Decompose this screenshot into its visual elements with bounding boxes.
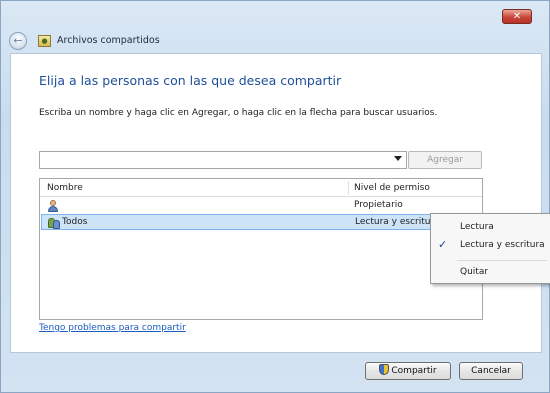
help-link[interactable]: Tengo problemas para compartir <box>39 323 186 333</box>
user-icon <box>47 200 59 212</box>
shared-folder-icon: ● <box>38 35 51 47</box>
menu-item-label: Lectura <box>460 222 494 232</box>
close-button[interactable]: ✕ <box>502 9 532 24</box>
window-title: Archivos compartidos <box>57 35 160 46</box>
add-button[interactable]: Agregar <box>408 151 482 169</box>
menu-item-label: Lectura y escritura <box>460 240 545 250</box>
dropdown-arrow-icon[interactable] <box>394 156 402 161</box>
column-header-permission[interactable]: Nivel de permiso <box>354 183 430 193</box>
row-permission: Propietario <box>354 200 403 210</box>
uac-shield-icon <box>379 364 390 375</box>
permissions-list: Nombre Nivel de permiso Propietario Todo… <box>39 178 483 320</box>
back-button[interactable]: ← <box>9 32 27 50</box>
menu-separator <box>457 260 547 261</box>
user-name-combobox[interactable] <box>39 151 407 169</box>
menu-item-read[interactable]: Lectura <box>431 218 550 236</box>
column-header-name[interactable]: Nombre <box>47 183 83 193</box>
row-permission-dropdown[interactable]: Lectura y escritura <box>355 217 440 227</box>
menu-item-read-write[interactable]: ✓ Lectura y escritura <box>431 236 550 254</box>
cancel-button[interactable]: Cancelar <box>459 362 523 380</box>
group-icon <box>48 217 60 229</box>
content-panel: Elija a las personas con las que desea c… <box>10 53 542 353</box>
list-row-todos[interactable]: Todos Lectura y escritura <box>41 214 481 230</box>
instruction-text: Escriba un nombre y haga clic en Agregar… <box>39 108 438 118</box>
permission-context-menu: Lectura ✓ Lectura y escritura Quitar <box>430 213 550 284</box>
menu-item-label: Quitar <box>460 267 489 277</box>
page-heading: Elija a las personas con las que desea c… <box>39 73 342 88</box>
checkmark-icon: ✓ <box>438 238 448 251</box>
list-row-owner[interactable]: Propietario <box>41 198 481 214</box>
list-header: Nombre Nivel de permiso <box>40 179 482 197</box>
title-bar: ← ● Archivos compartidos <box>1 29 550 51</box>
column-divider[interactable] <box>348 181 349 195</box>
dialog-footer: Compartir Cancelar <box>1 354 550 393</box>
share-button-label: Compartir <box>391 366 437 376</box>
share-button[interactable]: Compartir <box>365 362 451 380</box>
close-icon: ✕ <box>512 11 522 22</box>
row-name: Todos <box>62 217 88 227</box>
back-arrow-icon: ← <box>13 34 23 47</box>
dialog-window: ✕ ← ● Archivos compartidos Elija a las p… <box>0 0 550 393</box>
menu-item-remove[interactable]: Quitar <box>431 263 550 281</box>
